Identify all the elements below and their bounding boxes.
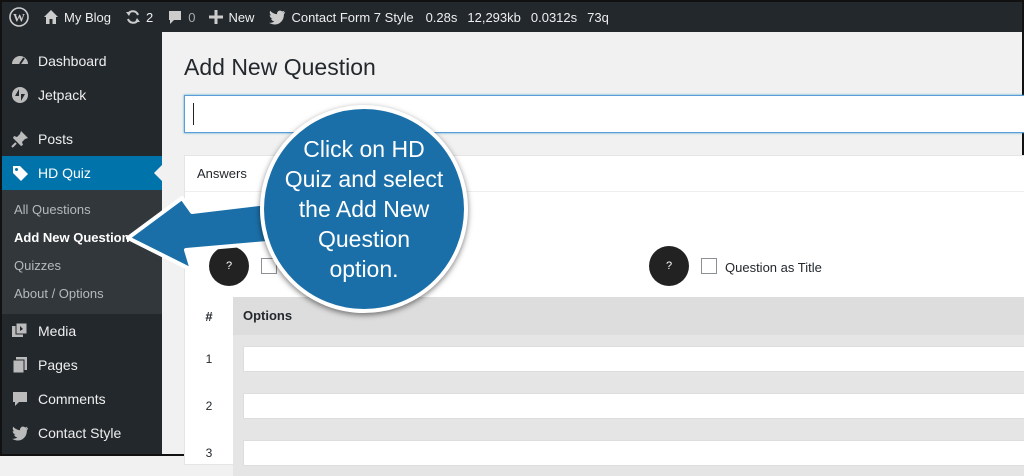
callout-bubble: Click on HD Quiz and select the Add New … xyxy=(260,105,468,313)
callout-text: Click on HD Quiz and select the Add New … xyxy=(284,136,444,282)
callout-arrow xyxy=(126,196,280,272)
